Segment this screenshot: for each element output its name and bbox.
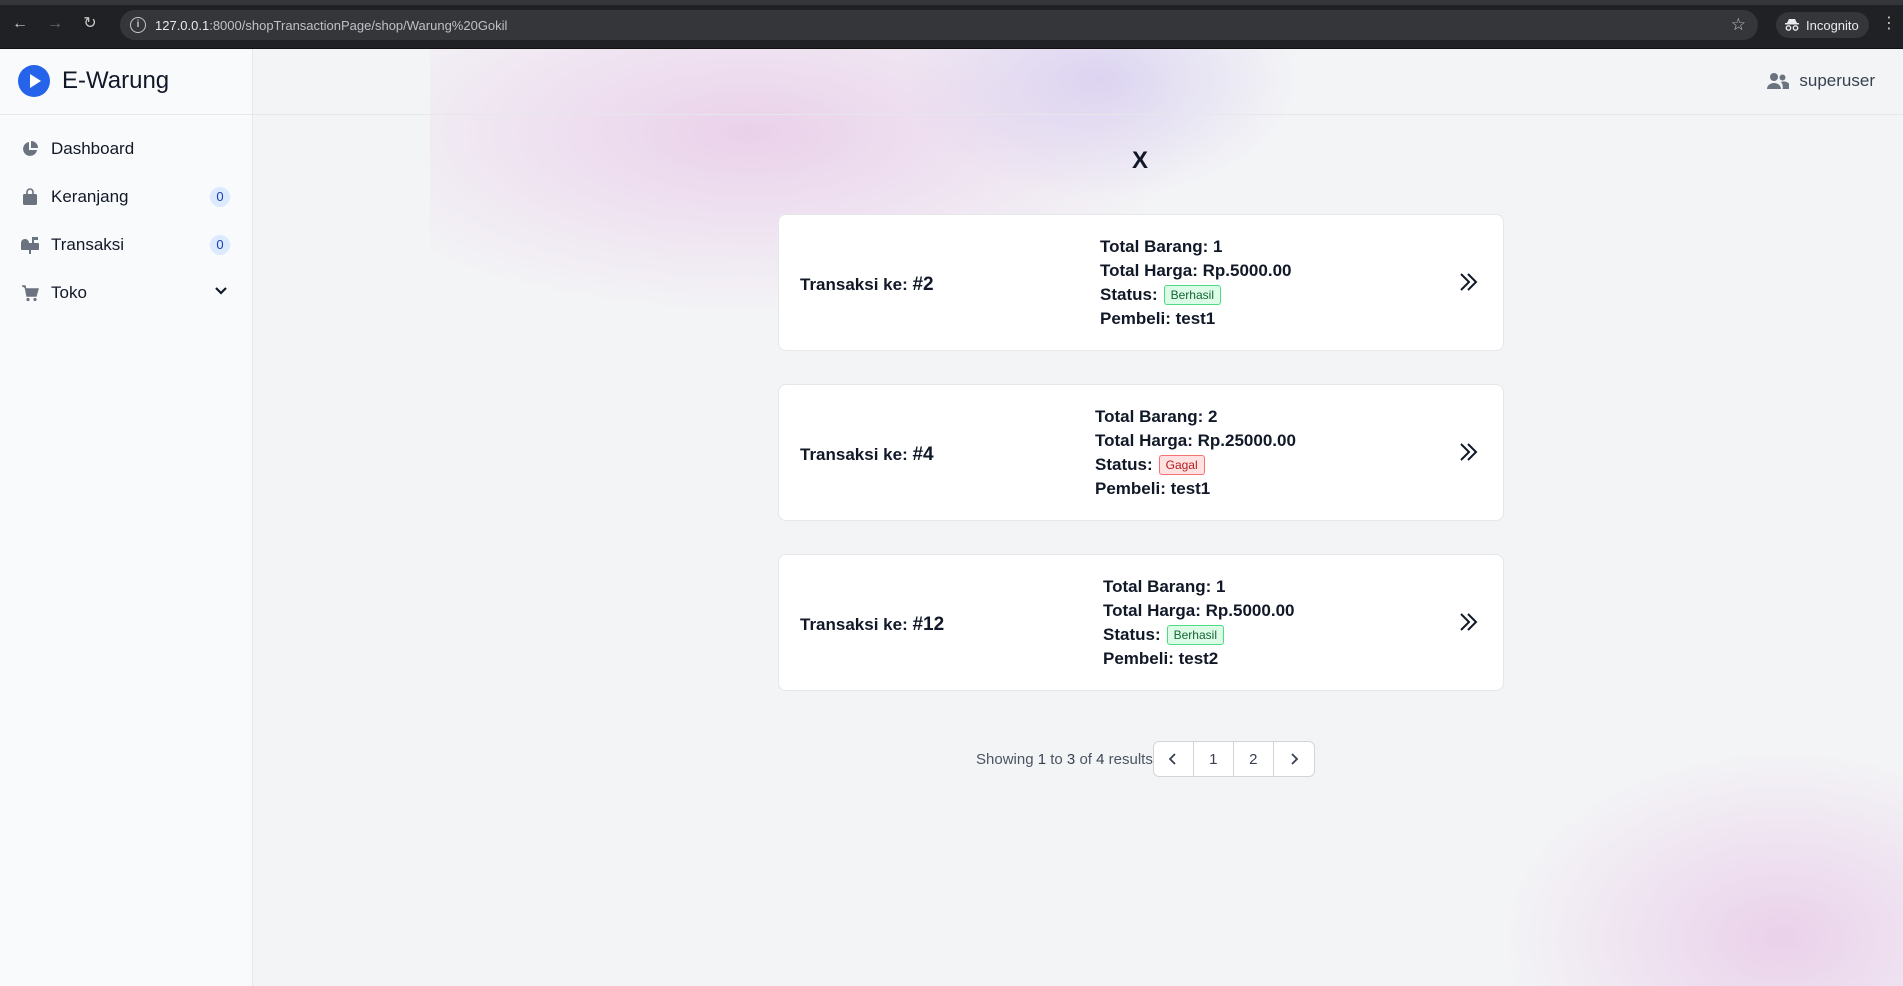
user-menu[interactable]: superuser xyxy=(1767,71,1875,91)
back-button[interactable]: ← xyxy=(10,14,30,34)
next-page-button[interactable] xyxy=(1274,742,1314,776)
double-chevron-right-icon[interactable] xyxy=(1457,271,1479,293)
sidebar-item-label: Transaksi xyxy=(51,235,125,254)
transaction-id: #4 xyxy=(912,444,934,465)
site-info-icon[interactable]: i xyxy=(130,17,146,33)
chevron-left-icon xyxy=(1169,753,1176,765)
sidebar-item-label: Toko xyxy=(51,283,87,302)
brand[interactable]: E-Warung xyxy=(18,65,169,97)
status-row: Status: Gagal xyxy=(1095,453,1296,477)
double-chevron-right-icon[interactable] xyxy=(1457,611,1479,633)
sidebar-item-transaksi[interactable]: Transaksi 0 xyxy=(12,221,240,269)
status-badge: Gagal xyxy=(1158,455,1205,475)
chevron-down-icon[interactable] xyxy=(214,283,228,303)
total-harga: Total Harga: Rp.25000.00 xyxy=(1095,431,1296,450)
transaction-details: Total Barang: 1 Total Harga: Rp.5000.00 … xyxy=(1103,575,1294,671)
chevron-right-icon xyxy=(1291,753,1299,765)
shopping-bag-icon xyxy=(20,187,40,207)
divider xyxy=(0,114,253,115)
transaction-details: Total Barang: 2 Total Harga: Rp.25000.00… xyxy=(1095,405,1296,501)
background-decoration xyxy=(1500,749,1903,986)
sidebar-item-keranjang[interactable]: Keranjang 0 xyxy=(12,173,240,221)
total-harga: Total Harga: Rp.5000.00 xyxy=(1100,261,1292,280)
transaction-card[interactable]: Transaksi ke: #2 Total Barang: 1 Total H… xyxy=(778,214,1504,351)
brand-name: E-Warung xyxy=(62,67,170,94)
total-barang: Total Barang: 1 xyxy=(1100,237,1223,256)
transaction-label: Transaksi ke: #2 xyxy=(800,274,934,295)
page-title: X xyxy=(1131,147,1148,174)
browser-menu-icon[interactable]: ⋮ xyxy=(1881,13,1897,33)
pagination-summary: Showing 1 to 3 of 4 results xyxy=(976,750,1153,768)
status-row: Status: Berhasil xyxy=(1100,283,1291,307)
status-badge: Berhasil xyxy=(1166,625,1224,645)
double-chevron-right-icon[interactable] xyxy=(1457,441,1479,463)
pagination: Showing 1 to 3 of 4 results 1 2 xyxy=(976,740,1315,778)
count-badge: 0 xyxy=(210,187,230,207)
brand-logo-icon xyxy=(18,65,50,97)
transaction-id: #2 xyxy=(912,274,934,295)
username: superuser xyxy=(1799,71,1875,90)
status-badge: Berhasil xyxy=(1163,285,1221,305)
tab-strip xyxy=(0,0,1903,5)
sidebar-item-label: Keranjang xyxy=(51,187,129,206)
topbar: superuser xyxy=(253,49,1903,115)
previous-page-button[interactable] xyxy=(1154,742,1194,776)
pembeli: Pembeli: test1 xyxy=(1100,309,1216,328)
browser-chrome: ← → ↻ i 127.0.0.1:8000/shopTransactionPa… xyxy=(0,0,1903,49)
incognito-icon xyxy=(1785,19,1799,31)
sidebar-item-toko[interactable]: Toko xyxy=(12,269,240,317)
app: E-Warung Dashboard Keranjang 0 Transaksi… xyxy=(0,49,1903,986)
incognito-label: Incognito xyxy=(1806,17,1859,33)
page-button-2[interactable]: 2 xyxy=(1234,742,1274,776)
transaction-card[interactable]: Transaksi ke: #4 Total Barang: 2 Total H… xyxy=(778,384,1504,521)
reload-button[interactable]: ↻ xyxy=(80,14,100,34)
total-barang: Total Barang: 1 xyxy=(1103,577,1226,596)
users-icon xyxy=(1767,73,1790,89)
count-badge: 0 xyxy=(210,235,230,255)
pembeli: Pembeli: test1 xyxy=(1095,479,1211,498)
pie-chart-icon xyxy=(20,139,40,159)
transaction-card[interactable]: Transaksi ke: #12 Total Barang: 1 Total … xyxy=(778,554,1504,691)
transaction-id: #12 xyxy=(912,614,945,635)
address-bar[interactable]: i 127.0.0.1:8000/shopTransactionPage/sho… xyxy=(120,10,1758,40)
url-text[interactable]: 127.0.0.1:8000/shopTransactionPage/shop/… xyxy=(155,18,507,33)
status-row: Status: Berhasil xyxy=(1103,623,1294,647)
total-barang: Total Barang: 2 xyxy=(1095,407,1218,426)
transaction-label: Transaksi ke: #4 xyxy=(800,444,934,465)
sidebar-item-label: Dashboard xyxy=(51,139,135,158)
forward-button[interactable]: → xyxy=(45,14,65,34)
mailbox-icon xyxy=(20,235,40,255)
pager: 1 2 xyxy=(1152,741,1315,777)
pembeli: Pembeli: test2 xyxy=(1103,649,1219,668)
sidebar-item-dashboard[interactable]: Dashboard xyxy=(12,125,240,173)
page-button-1[interactable]: 1 xyxy=(1194,742,1234,776)
sidebar: E-Warung Dashboard Keranjang 0 Transaksi… xyxy=(0,49,253,986)
sidebar-menu: Dashboard Keranjang 0 Transaksi 0 Toko xyxy=(12,125,240,317)
transaction-details: Total Barang: 1 Total Harga: Rp.5000.00 … xyxy=(1100,235,1291,331)
transaction-label: Transaksi ke: #12 xyxy=(800,614,945,635)
bookmark-star-icon[interactable]: ☆ xyxy=(1731,15,1746,35)
total-harga: Total Harga: Rp.5000.00 xyxy=(1103,601,1295,620)
cart-icon xyxy=(20,283,40,303)
incognito-indicator[interactable]: Incognito xyxy=(1776,12,1869,38)
